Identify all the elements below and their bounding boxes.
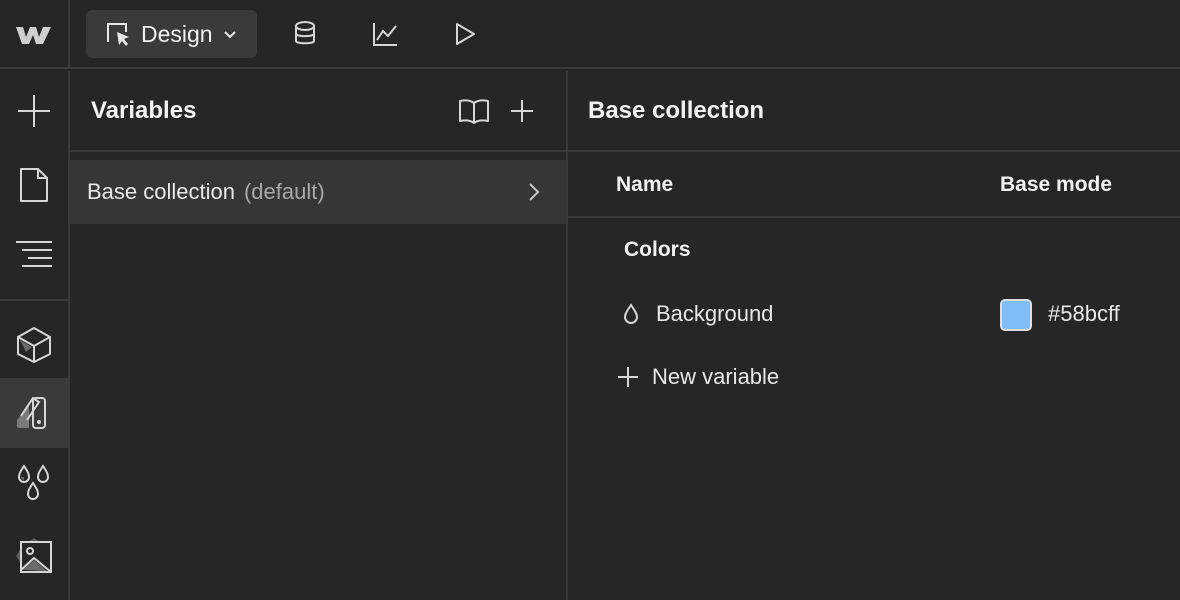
panel-title: Variables: [91, 97, 197, 124]
play-icon: [456, 23, 475, 45]
collection-content: Base collection Name Base mode Colors Ba…: [568, 71, 1180, 600]
variable-value[interactable]: #58bcff: [1048, 301, 1120, 327]
components-icon: [17, 327, 51, 363]
analytics-icon: [373, 23, 397, 46]
assets-icon: [16, 538, 52, 573]
collection-name: Base collection: [87, 179, 235, 204]
collection-default-tag: (default): [243, 179, 325, 204]
app-window: Design Variables Base collection (defaul…: [0, 0, 1180, 600]
chevron-down-icon: [223, 31, 236, 39]
column-name: Name: [616, 173, 674, 196]
plus-icon: [511, 100, 533, 122]
analytics-button[interactable]: [365, 14, 405, 54]
rail-divider: [0, 299, 68, 301]
components-button[interactable]: [0, 310, 68, 380]
chevron-right-icon: [529, 183, 540, 201]
logo-cell: [0, 0, 70, 69]
book-icon: [459, 99, 489, 124]
content-header: Base collection: [568, 71, 1180, 152]
collection-item[interactable]: Base collection (default): [70, 160, 566, 224]
mode-label: Design: [141, 20, 213, 47]
group-label: Colors: [624, 238, 691, 261]
collection-title: Base collection: [588, 97, 765, 124]
variables-panel: Variables Base collection (default): [70, 71, 568, 600]
page-icon: [20, 168, 48, 202]
navigator-icon: [16, 241, 52, 267]
styles-icon: [17, 396, 46, 429]
table-header: Name Base mode: [568, 152, 1180, 218]
assets-button[interactable]: [0, 521, 68, 591]
variable-name[interactable]: Background: [656, 301, 773, 327]
new-variable-button[interactable]: New variable: [616, 357, 816, 397]
style-manager-button[interactable]: [0, 378, 68, 448]
database-icon: [295, 21, 315, 45]
variables-panel-header: Variables: [70, 71, 566, 152]
left-rail: [0, 71, 70, 600]
pages-button[interactable]: [0, 150, 68, 220]
variables-icon: [17, 464, 50, 500]
design-mode-button[interactable]: Design: [86, 10, 257, 58]
column-base-mode[interactable]: Base mode: [1000, 173, 1112, 197]
plus-icon: [618, 367, 638, 387]
webflow-logo[interactable]: [15, 23, 53, 47]
new-variable-label: New variable: [652, 364, 780, 389]
navigator-button[interactable]: [0, 219, 68, 289]
color-drop-icon: [623, 303, 639, 324]
preview-button[interactable]: [445, 14, 485, 54]
cursor-box-icon: [107, 23, 129, 46]
docs-button[interactable]: [456, 93, 492, 129]
variable-row[interactable]: Background #58bcff: [568, 283, 1180, 343]
add-icon: [18, 95, 50, 127]
add-elements-button[interactable]: [0, 76, 68, 146]
add-collection-button[interactable]: [504, 93, 540, 129]
variables-button[interactable]: [0, 448, 68, 518]
cms-button[interactable]: [285, 14, 325, 54]
color-swatch[interactable]: [1000, 299, 1032, 331]
top-bar: Design: [0, 0, 1180, 69]
